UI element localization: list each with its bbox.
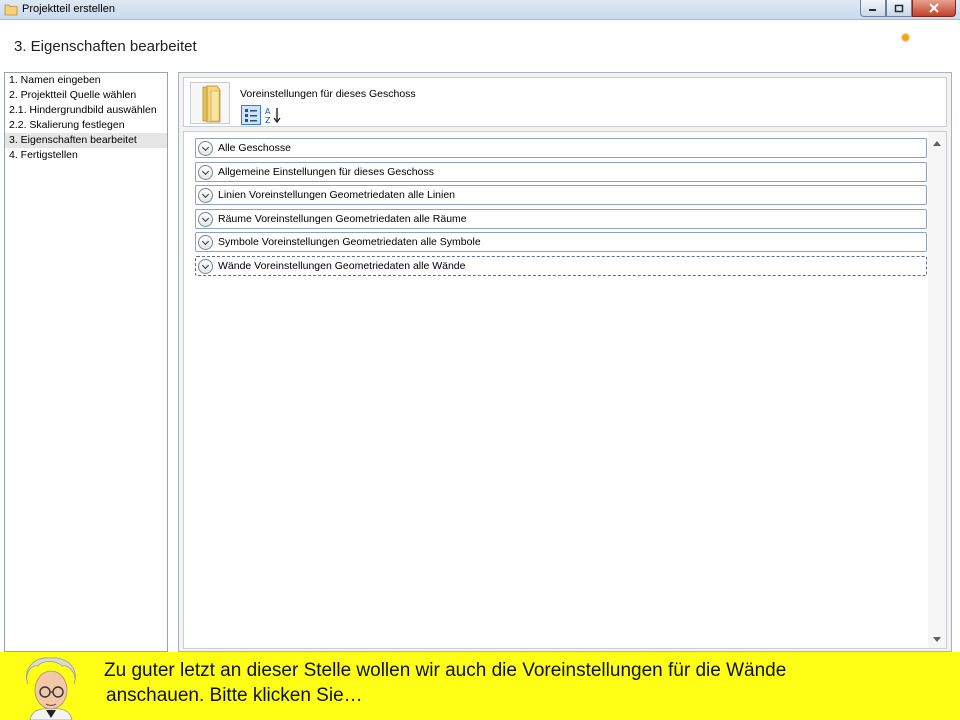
section-symbole[interactable]: Symbole Voreinstellungen Geometriedaten … xyxy=(195,232,927,252)
section-label: Linien Voreinstellungen Geometriedaten a… xyxy=(218,189,455,201)
categorized-view-button[interactable] xyxy=(241,105,261,125)
section-alle-geschosse[interactable]: Alle Geschosse xyxy=(195,138,927,158)
settings-list: Alle Geschosse Allgemeine Einstellungen … xyxy=(183,131,947,649)
folder-icon xyxy=(4,4,18,16)
chevron-down-icon[interactable] xyxy=(198,212,213,227)
scroll-up-arrow[interactable] xyxy=(933,141,941,146)
step-item[interactable]: 2.1. Hindergrundbild auswählen xyxy=(5,103,167,118)
scroll-down-arrow[interactable] xyxy=(933,637,941,642)
section-label: Wände Voreinstellungen Geometriedaten al… xyxy=(218,260,466,272)
chevron-down-icon[interactable] xyxy=(198,141,213,156)
section-label: Räume Voreinstellungen Geometriedaten al… xyxy=(218,213,467,225)
settings-title: Voreinstellungen für dieses Geschoss xyxy=(240,88,416,100)
window-controls xyxy=(860,0,956,18)
hint-text: Zu guter letzt an dieser Stelle wollen w… xyxy=(104,658,944,708)
app-window: Projektteil erstellen 3. Eigenschaften b… xyxy=(0,0,960,720)
minimize-button[interactable] xyxy=(860,0,886,17)
section-allgemeine-einstellungen[interactable]: Allgemeine Einstellungen für dieses Gesc… xyxy=(195,162,927,182)
step-item-active[interactable]: 3. Eigenschaften bearbeitet xyxy=(5,133,167,148)
section-label: Allgemeine Einstellungen für dieses Gesc… xyxy=(218,166,434,178)
professor-avatar xyxy=(26,657,76,720)
step-item[interactable]: 4. Fertigstellen xyxy=(5,148,167,163)
svg-text:A: A xyxy=(265,107,271,116)
section-waende[interactable]: Wände Voreinstellungen Geometriedaten al… xyxy=(195,256,927,276)
maximize-button[interactable] xyxy=(886,0,912,17)
close-button[interactable] xyxy=(912,0,956,17)
section-label: Symbole Voreinstellungen Geometriedaten … xyxy=(218,236,481,248)
chevron-down-icon[interactable] xyxy=(198,259,213,274)
chevron-down-icon[interactable] xyxy=(198,235,213,250)
wizard-step-list: 1. Namen eingeben 2. Projektteil Quelle … xyxy=(4,72,168,652)
step-item[interactable]: 2.2. Skalierung festlegen xyxy=(5,118,167,133)
step-item[interactable]: 2. Projektteil Quelle wählen xyxy=(5,88,167,103)
step-item[interactable]: 1. Namen eingeben xyxy=(5,73,167,88)
title-bar: Projektteil erstellen xyxy=(0,0,960,20)
sort-alphabetical-icon: A Z xyxy=(265,107,281,125)
folder-icon xyxy=(202,85,221,123)
section-label: Alle Geschosse xyxy=(218,142,291,154)
maximize-icon xyxy=(894,4,904,12)
vertical-scrollbar[interactable] xyxy=(928,132,946,648)
chevron-down-icon[interactable] xyxy=(198,165,213,180)
hint-line-2: anschauen. Bitte klicken Sie… xyxy=(106,685,363,706)
section-linien[interactable]: Linien Voreinstellungen Geometriedaten a… xyxy=(195,185,927,205)
properties-panel: Voreinstellungen für dieses Geschoss A Z xyxy=(178,72,952,652)
svg-text:Z: Z xyxy=(265,116,271,125)
status-indicator xyxy=(902,34,909,41)
minimize-icon xyxy=(869,9,876,11)
tutorial-hint-bar: Zu guter letzt an dieser Stelle wollen w… xyxy=(0,652,960,720)
chevron-down-icon[interactable] xyxy=(198,188,213,203)
window-title: Projektteil erstellen xyxy=(22,3,115,15)
close-icon xyxy=(929,3,939,13)
page-title: 3. Eigenschaften bearbeitet xyxy=(14,38,197,55)
section-raeume[interactable]: Räume Voreinstellungen Geometriedaten al… xyxy=(195,209,927,229)
categorized-view-icon xyxy=(245,109,257,122)
settings-header: Voreinstellungen für dieses Geschoss A Z xyxy=(183,77,947,127)
sort-alphabetical-button[interactable]: A Z xyxy=(263,105,283,125)
folder-preview xyxy=(190,82,230,124)
hint-line-1: Zu guter letzt an dieser Stelle wollen w… xyxy=(104,660,787,681)
